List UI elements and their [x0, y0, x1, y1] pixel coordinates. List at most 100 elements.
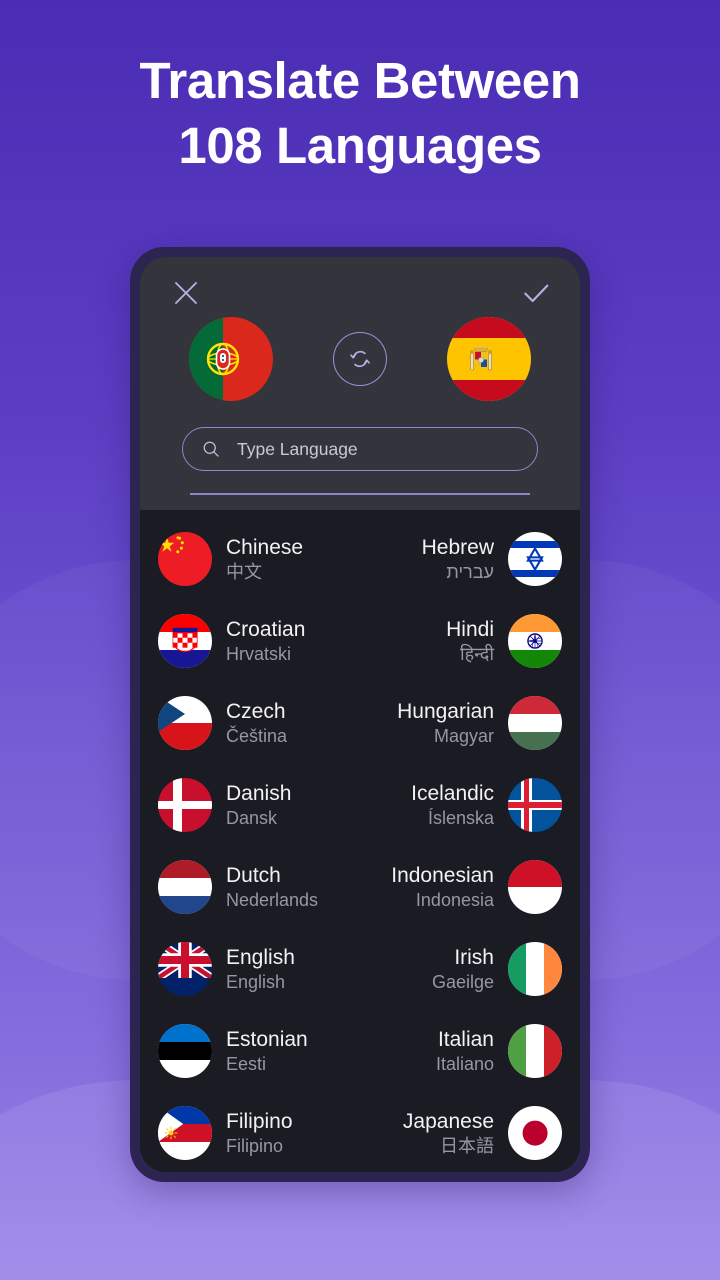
language-labels: Estonian Eesti	[226, 1027, 308, 1076]
language-native-name: Magyar	[433, 726, 494, 747]
swap-languages-button[interactable]	[333, 332, 387, 386]
language-list[interactable]: Chinese 中文 Hebrew עברית Croatian Hrvatsk…	[140, 510, 580, 1172]
language-item-irish[interactable]: Irish Gaeilge	[360, 942, 562, 996]
language-item-filipino[interactable]: Filipino Filipino	[158, 1106, 360, 1160]
spain-coat-of-arms-icon	[469, 344, 492, 371]
language-native-name: Čeština	[226, 726, 288, 747]
dialog-top-bar	[140, 257, 580, 323]
italy-flag-icon	[508, 1024, 562, 1078]
language-native-name: Indonesia	[415, 890, 494, 911]
language-item-english[interactable]: English English	[158, 942, 360, 996]
language-labels: Hebrew עברית	[422, 535, 494, 584]
language-item-czech[interactable]: Czech Čeština	[158, 696, 360, 750]
netherlands-flag-icon	[158, 860, 212, 914]
india-flag-icon	[508, 614, 562, 668]
language-item-danish[interactable]: Danish Dansk	[158, 778, 360, 832]
language-native-name: Hrvatski	[226, 644, 292, 665]
language-row: Filipino Filipino Japanese 日本語	[140, 1092, 580, 1172]
language-native-name: Eesti	[226, 1054, 267, 1075]
language-item-japanese[interactable]: Japanese 日本語	[360, 1106, 562, 1160]
language-native-name: Dansk	[226, 808, 278, 829]
language-native-name: हिन्दी	[459, 644, 494, 665]
language-name: Icelandic	[411, 781, 494, 805]
czech-flag-icon	[158, 696, 212, 750]
croatia-flag-icon	[158, 614, 212, 668]
headline-line-2: 108 Languages	[178, 117, 542, 175]
close-icon	[175, 282, 197, 304]
language-item-hungarian[interactable]: Hungarian Magyar	[360, 696, 562, 750]
language-native-name: 中文	[226, 562, 262, 583]
portugal-flag	[189, 317, 273, 401]
language-item-italian[interactable]: Italian Italiano	[360, 1024, 562, 1078]
language-name: Croatian	[226, 617, 306, 641]
swap-icon	[350, 351, 370, 367]
phone-mockup: Type Language Chinese 中文 Hebrew עברית Cr…	[130, 247, 590, 1182]
language-item-indonesian[interactable]: Indonesian Indonesia	[360, 860, 562, 914]
language-name: Estonian	[226, 1027, 308, 1051]
language-name: Czech	[226, 699, 286, 723]
language-row: Chinese 中文 Hebrew עברית	[140, 518, 580, 600]
language-labels: Icelandic Íslenska	[411, 781, 494, 830]
language-name: Chinese	[226, 535, 304, 559]
language-name: Dutch	[226, 863, 281, 887]
language-native-name: Italiano	[435, 1054, 494, 1075]
indonesia-flag-icon	[508, 860, 562, 914]
language-item-dutch[interactable]: Dutch Nederlands	[158, 860, 360, 914]
close-button[interactable]	[164, 271, 208, 315]
uk-flag-icon	[158, 942, 212, 996]
language-row: Czech Čeština Hungarian Magyar	[140, 682, 580, 764]
estonia-flag-icon	[158, 1024, 212, 1078]
language-native-name: Íslenska	[427, 808, 494, 829]
language-labels: Chinese 中文	[226, 535, 303, 584]
language-name: Irish	[454, 945, 494, 969]
philippines-flag-icon	[158, 1106, 212, 1160]
confirm-button[interactable]	[514, 271, 558, 315]
language-labels: Japanese 日本語	[403, 1109, 494, 1158]
search-icon	[203, 441, 219, 457]
israel-flag-icon	[508, 532, 562, 586]
ireland-flag-icon	[508, 942, 562, 996]
language-labels: Dutch Nederlands	[226, 863, 318, 912]
search-input[interactable]: Type Language	[182, 427, 538, 471]
language-name: Hebrew	[421, 535, 494, 559]
language-labels: Hindi हिन्दी	[446, 617, 494, 666]
language-row: Danish Dansk Icelandic Íslenska	[140, 764, 580, 846]
spain-flag	[447, 317, 531, 401]
language-name: Japanese	[402, 1109, 494, 1133]
language-item-hebrew[interactable]: Hebrew עברית	[360, 532, 562, 586]
language-item-estonian[interactable]: Estonian Eesti	[158, 1024, 360, 1078]
japan-flag-icon	[508, 1106, 562, 1160]
language-name: English	[226, 945, 295, 969]
language-pair-row	[140, 317, 580, 401]
language-labels: Czech Čeština	[226, 699, 287, 748]
language-native-name: עברית	[446, 562, 494, 583]
target-language-flag[interactable]	[447, 317, 531, 401]
language-row: Dutch Nederlands Indonesian Indonesia	[140, 846, 580, 928]
language-name: Hungarian	[397, 699, 494, 723]
china-flag-icon	[158, 532, 212, 586]
language-labels: Irish Gaeilge	[432, 945, 494, 994]
denmark-flag-icon	[158, 778, 212, 832]
language-labels: Italian Italiano	[436, 1027, 494, 1076]
language-name: Italian	[437, 1027, 494, 1051]
language-row: English English Irish Gaeilge	[140, 928, 580, 1010]
promo-screen: Translate Between 108 Languages Type Lan…	[0, 0, 720, 1280]
language-row: Croatian Hrvatski Hindi हिन्दी	[140, 600, 580, 682]
language-name: Hindi	[446, 617, 494, 641]
search-section: Type Language	[140, 401, 580, 495]
language-item-hindi[interactable]: Hindi हिन्दी	[360, 614, 562, 668]
language-native-name: Filipino	[226, 1136, 284, 1157]
check-icon	[524, 284, 549, 303]
language-labels: Filipino Filipino	[226, 1109, 293, 1158]
language-labels: English English	[226, 945, 295, 994]
language-native-name: Nederlands	[226, 890, 319, 911]
portugal-armillary-icon	[206, 342, 239, 376]
language-item-croatian[interactable]: Croatian Hrvatski	[158, 614, 360, 668]
iceland-flag-icon	[508, 778, 562, 832]
source-language-flag[interactable]	[189, 317, 273, 401]
language-item-icelandic[interactable]: Icelandic Íslenska	[360, 778, 562, 832]
language-labels: Danish Dansk	[226, 781, 291, 830]
panel-divider	[190, 493, 530, 495]
language-item-chinese[interactable]: Chinese 中文	[158, 532, 360, 586]
page-title: Translate Between 108 Languages	[0, 48, 720, 179]
